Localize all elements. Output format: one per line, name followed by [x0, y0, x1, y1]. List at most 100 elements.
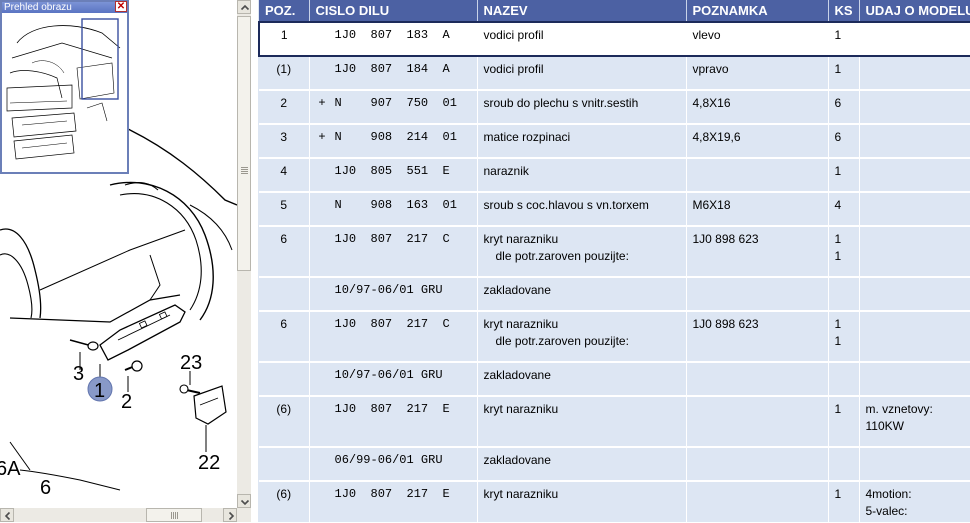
part-name: sroub s coc.hlavou s vn.torxem — [484, 197, 686, 214]
part-qty: 4 — [835, 197, 859, 214]
column-header-model-info[interactable]: UDAJ O MODELU — [859, 0, 970, 22]
table-row[interactable]: (6)1J0 807 217 Ekryt narazniku1m. vzneto… — [259, 396, 970, 447]
cell-model-info — [859, 158, 970, 192]
part-number: 1J0 807 183 A — [335, 28, 450, 42]
column-header-qty[interactable]: KS — [828, 0, 859, 22]
cell-model-info — [859, 22, 970, 56]
cell-part-number: +N 907 750 01 — [309, 90, 477, 124]
cell-note: vpravo — [686, 56, 828, 90]
pane-splitter[interactable] — [251, 0, 258, 522]
part-qty: 1 — [835, 333, 859, 350]
horizontal-scroll-thumb[interactable] — [146, 508, 202, 522]
part-name: sroub do plechu s vnitr.sestih — [484, 95, 686, 112]
model-info: m. vznetovy: — [866, 401, 970, 418]
part-name: zakladovane — [484, 367, 686, 384]
scroll-down-button[interactable] — [237, 494, 251, 508]
table-row[interactable]: 61J0 807 217 Ckryt naraznikudle potr.zar… — [259, 311, 970, 362]
table-row[interactable]: (1)1J0 807 184 Avodici profilvpravo1 — [259, 56, 970, 90]
close-icon[interactable]: ✕ — [115, 1, 127, 12]
left-vertical-scrollbar[interactable] — [237, 0, 251, 508]
pos-value: 6 — [259, 231, 309, 248]
part-note: M6X18 — [693, 197, 828, 214]
cell-pos: 6 — [259, 311, 309, 362]
table-row[interactable]: (6)1J0 807 217 Ekryt narazniku14motion:5… — [259, 481, 970, 522]
part-number: 1J0 805 551 E — [335, 164, 450, 178]
cell-qty: 11 — [828, 226, 859, 277]
table-row[interactable]: 2+N 907 750 01sroub do plechu s vnitr.se… — [259, 90, 970, 124]
callout-1[interactable]: 1 — [94, 380, 105, 402]
pos-value: 1 — [260, 27, 309, 44]
cell-name: kryt narazniku — [477, 481, 686, 522]
part-qty: 1 — [835, 27, 859, 44]
part-number: N 908 214 01 — [335, 130, 457, 144]
pos-value: 5 — [259, 197, 309, 214]
vertical-scroll-thumb[interactable] — [237, 16, 251, 271]
parts-table-pane: POZ. CISLO DILU NAZEV POZNAMKA KS UDAJ O… — [258, 0, 970, 522]
cell-note — [686, 396, 828, 447]
cell-pos: 5 — [259, 192, 309, 226]
cell-note: 1J0 898 623 — [686, 311, 828, 362]
part-note: vlevo — [693, 27, 828, 44]
callout-23: 23 — [180, 352, 202, 374]
column-header-note[interactable]: POZNAMKA — [686, 0, 828, 22]
chevron-right-icon — [224, 509, 238, 523]
cell-note — [686, 277, 828, 311]
cell-qty — [828, 277, 859, 311]
callout-6A: 6A — [0, 458, 21, 480]
cell-model-info — [859, 447, 970, 481]
illustration-pane[interactable]: 3 1 2 23 22 6A 6 Prehled obrazu ✕ — [0, 0, 237, 508]
cell-model-info — [859, 56, 970, 90]
left-horizontal-scrollbar[interactable] — [0, 508, 251, 522]
table-row[interactable]: 3+N 908 214 01matice rozpinaci4,8X19,66 — [259, 124, 970, 158]
cell-pos: 3 — [259, 124, 309, 158]
part-note: 1J0 898 623 — [693, 316, 828, 333]
cell-model-info — [859, 124, 970, 158]
cell-model-info: m. vznetovy:110KW — [859, 396, 970, 447]
pos-value: 6 — [259, 316, 309, 333]
part-qty: 6 — [835, 129, 859, 146]
column-header-pos[interactable]: POZ. — [259, 0, 309, 22]
table-row[interactable]: 61J0 807 217 Ckryt naraznikudle potr.zar… — [259, 226, 970, 277]
cell-model-info — [859, 362, 970, 396]
scroll-right-button[interactable] — [223, 508, 237, 522]
part-qty: 1 — [835, 61, 859, 78]
scroll-up-button[interactable] — [237, 0, 251, 14]
overview-panel[interactable]: Prehled obrazu ✕ — [0, 0, 129, 174]
callout-3: 3 — [73, 363, 84, 385]
chevron-up-icon — [238, 1, 252, 15]
callout-2: 2 — [121, 391, 132, 413]
part-qty: 1 — [835, 316, 859, 333]
table-row[interactable]: 10/97-06/01 GRU zakladovane — [259, 277, 970, 311]
cell-part-number: 10/97-06/01 GRU — [309, 362, 477, 396]
cell-qty — [828, 447, 859, 481]
model-info: 5-valec: — [866, 503, 970, 520]
cell-part-number: +N 908 214 01 — [309, 124, 477, 158]
table-row[interactable]: 5N 908 163 01sroub s coc.hlavou s vn.tor… — [259, 192, 970, 226]
cell-model-info — [859, 226, 970, 277]
overview-thumbnail[interactable] — [2, 13, 127, 172]
part-number: 10/97-06/01 GRU — [335, 283, 443, 297]
table-row[interactable]: 11J0 807 183 Avodici profilvlevo1 — [259, 22, 970, 56]
table-row[interactable]: 06/99-06/01 GRUzakladovane — [259, 447, 970, 481]
cell-qty: 6 — [828, 124, 859, 158]
cell-part-number: 1J0 807 217 E — [309, 396, 477, 447]
cell-model-info: 4motion:5-valec: — [859, 481, 970, 522]
part-qty: 1 — [835, 231, 859, 248]
table-row[interactable]: 10/97-06/01 GRU zakladovane — [259, 362, 970, 396]
column-header-name[interactable]: NAZEV — [477, 0, 686, 22]
table-row[interactable]: 41J0 805 551 Enaraznik1 — [259, 158, 970, 192]
cell-note: vlevo — [686, 22, 828, 56]
cell-note: M6X18 — [686, 192, 828, 226]
pos-value: (1) — [259, 61, 309, 78]
part-name: dle potr.zaroven pouzijte: — [484, 248, 686, 265]
column-header-part-number[interactable]: CISLO DILU — [309, 0, 477, 22]
cell-qty — [828, 362, 859, 396]
part-qty: 1 — [835, 486, 859, 503]
cell-name: sroub s coc.hlavou s vn.torxem — [477, 192, 686, 226]
cell-model-info — [859, 277, 970, 311]
scroll-left-button[interactable] — [0, 508, 14, 522]
overview-viewport[interactable] — [82, 19, 118, 99]
cell-name: kryt narazniku — [477, 396, 686, 447]
cell-name: zakladovane — [477, 277, 686, 311]
part-name: matice rozpinaci — [484, 129, 686, 146]
